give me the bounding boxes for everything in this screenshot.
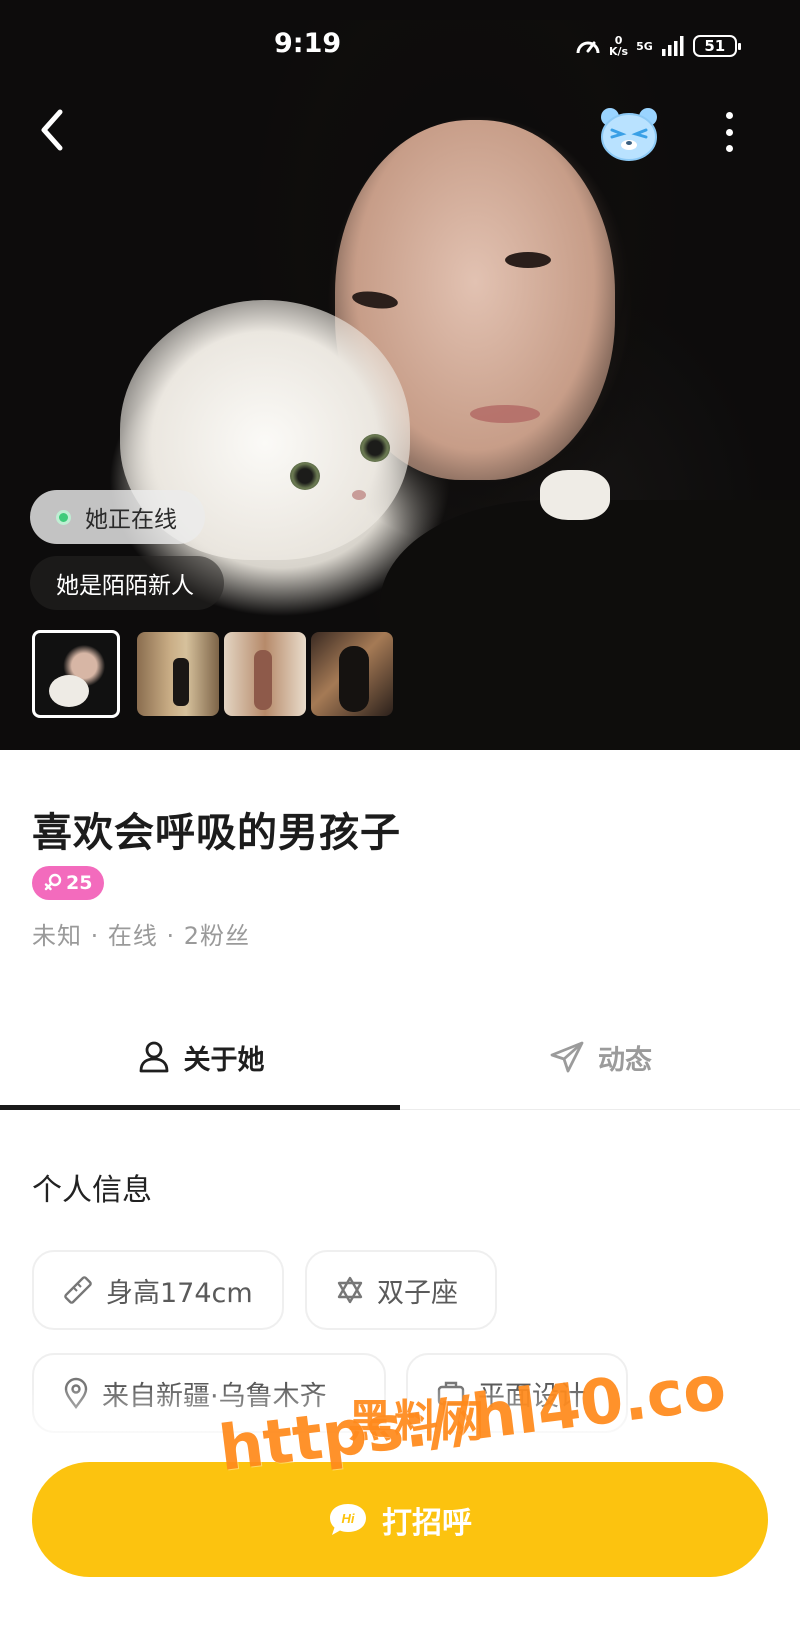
online-dot-icon [56, 509, 71, 525]
photo-thumbnail[interactable] [311, 632, 393, 716]
photo-paw [540, 470, 610, 520]
cat-nose [352, 490, 366, 500]
photo-thumbnail[interactable] [32, 630, 120, 718]
cat-eye [360, 434, 390, 462]
profile-nickname: 喜欢会呼吸的男孩子 [32, 810, 401, 856]
chevron-left-icon [41, 109, 63, 151]
zodiac-chip: 双子座 [305, 1250, 497, 1330]
newcomer-label: 她是陌陌新人 [56, 573, 194, 599]
back-button[interactable] [30, 100, 80, 160]
newcomer-pill: 她是陌陌新人 [30, 556, 224, 610]
age-value: 25 [66, 872, 93, 894]
hi-bubble-icon: Hi [328, 1502, 368, 1538]
personal-info-title: 个人信息 [32, 1173, 152, 1208]
photo-lips [470, 405, 540, 423]
photo-arm [380, 500, 800, 750]
status-time: 9:19 [274, 28, 342, 59]
photo-eye [505, 252, 551, 268]
cat-eye [290, 462, 320, 490]
more-dot-icon [725, 145, 733, 152]
send-icon [550, 1041, 584, 1073]
content-fade-overlay [0, 1390, 800, 1460]
signal-icon [661, 36, 684, 56]
photo-thumbnail[interactable] [224, 632, 306, 716]
ruler-icon [64, 1276, 92, 1304]
tab-moments-label: 动态 [598, 1044, 652, 1076]
more-options-button[interactable] [715, 106, 743, 158]
tab-moments[interactable]: 动态 [400, 1005, 800, 1109]
greet-label: 打招呼 [382, 1505, 472, 1541]
bear-icon[interactable] [598, 104, 660, 162]
net-speed-unit: K/s [609, 45, 629, 58]
profile-content: 喜欢会呼吸的男孩子 25 未知 · 在线 · 2粉丝 关于她 动态 个人信息 身… [0, 750, 800, 1648]
more-dot-icon [725, 128, 733, 136]
net-speed: 0 K/s [609, 35, 628, 57]
network-type: 5G [636, 39, 653, 53]
tab-about-label: 关于她 [183, 1044, 265, 1076]
more-dot-icon [725, 112, 733, 119]
profile-tabs: 关于她 动态 [0, 1005, 800, 1110]
photo-thumbnail[interactable] [137, 632, 219, 716]
tab-about[interactable]: 关于她 [0, 1005, 400, 1109]
female-icon [44, 873, 62, 891]
active-tab-indicator [0, 1105, 400, 1110]
zodiac-label: 双子座 [377, 1277, 458, 1309]
star-of-david-icon [337, 1276, 363, 1304]
person-icon [139, 1041, 168, 1073]
profile-meta: 未知 · 在线 · 2粉丝 [32, 922, 251, 950]
speedometer-icon [576, 41, 600, 54]
battery-level: 51 [704, 37, 726, 55]
status-bar: 9:19 0 K/s 5G 51 [0, 0, 800, 92]
hi-text: Hi [342, 1511, 355, 1526]
status-icons: 0 K/s 5G 51 [575, 30, 741, 62]
profile-photo-hero[interactable] [0, 0, 800, 750]
online-status-label: 她正在线 [85, 507, 177, 533]
height-label: 身高174cm [106, 1277, 253, 1309]
online-status-pill: 她正在线 [30, 490, 205, 544]
gender-age-badge: 25 [32, 866, 105, 900]
greet-button[interactable]: Hi 打招呼 [32, 1462, 768, 1577]
battery-icon: 51 [692, 35, 741, 57]
height-chip: 身高174cm [32, 1250, 284, 1330]
